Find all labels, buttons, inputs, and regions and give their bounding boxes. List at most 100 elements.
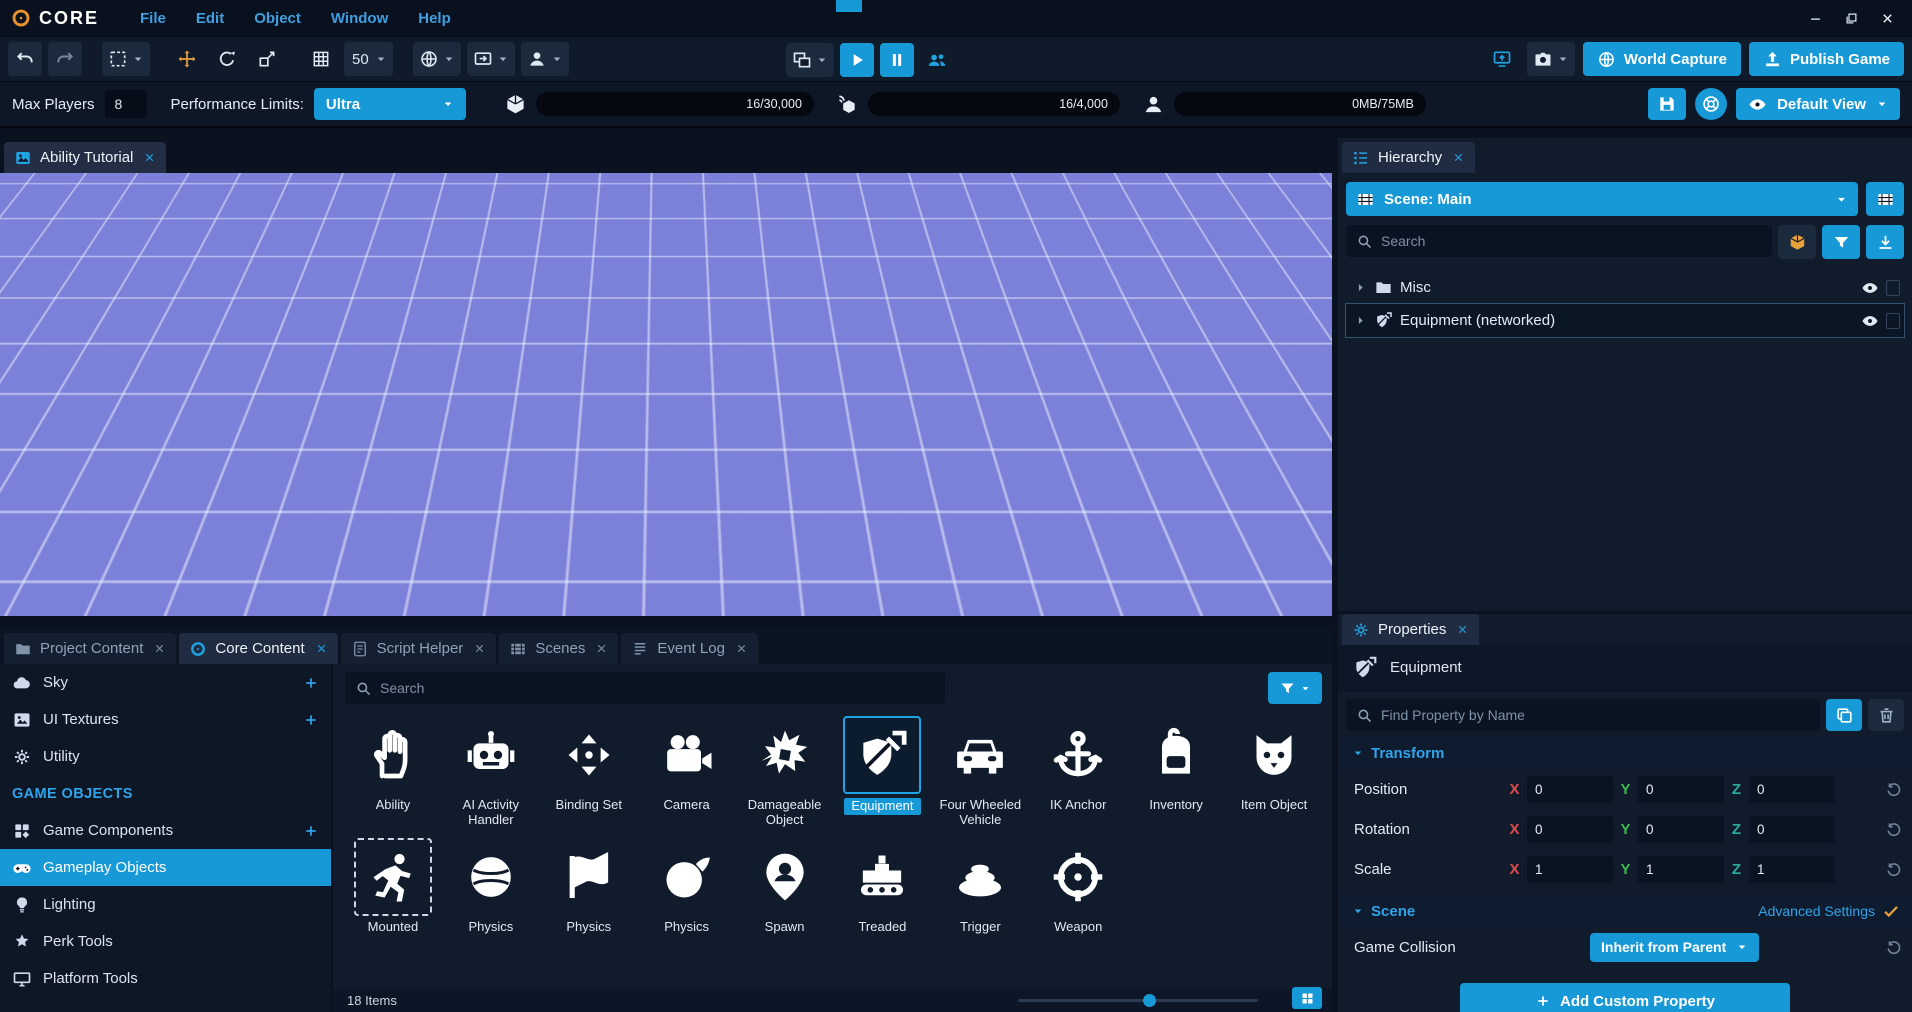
screen-mode-dropdown[interactable] — [467, 42, 515, 76]
asset-tile[interactable]: Weapon — [1030, 838, 1126, 935]
sidebar-item[interactable]: UI Textures — [0, 701, 331, 738]
close-window-button[interactable] — [1872, 5, 1902, 31]
hierarchy-search-input[interactable] — [1381, 233, 1762, 249]
reset-icon[interactable] — [1885, 939, 1902, 956]
multiplayer-button[interactable] — [920, 43, 954, 77]
asset-tile[interactable]: Treaded — [835, 838, 931, 935]
close-icon[interactable] — [143, 151, 156, 164]
content-search-input[interactable] — [380, 680, 935, 696]
content-tab[interactable]: Event Log — [621, 633, 758, 664]
add-icon[interactable] — [303, 675, 319, 691]
game-collision-dropdown[interactable]: Inherit from Parent — [1590, 933, 1759, 962]
sidebar-item[interactable]: Platform Tools — [0, 960, 331, 997]
asset-tile[interactable]: Damageable Object — [737, 716, 833, 828]
advanced-settings-link[interactable]: Advanced Settings — [1758, 903, 1875, 919]
view-mode-dropdown[interactable]: Default View — [1736, 88, 1900, 120]
content-tab[interactable]: Script Helper — [341, 633, 497, 664]
axis-x-input[interactable] — [1527, 816, 1613, 843]
hierarchy-search[interactable] — [1346, 225, 1772, 257]
scene-selector-dropdown[interactable]: Scene: Main — [1346, 182, 1858, 216]
sidebar-item[interactable]: Lighting — [0, 886, 331, 923]
add-icon[interactable] — [303, 712, 319, 728]
sidebar-item[interactable]: GAME OBJECTS — [0, 775, 331, 812]
asset-tile[interactable]: Spawn — [737, 838, 833, 935]
publish-game-button[interactable]: Publish Game — [1749, 42, 1904, 76]
grid-view-button[interactable] — [1292, 987, 1322, 1009]
menu-item[interactable]: Object — [239, 10, 316, 27]
asset-tile[interactable]: Binding Set — [541, 716, 637, 828]
asset-tile[interactable]: Camera — [639, 716, 735, 828]
package-toggle-button[interactable] — [1778, 225, 1816, 259]
asset-tile[interactable]: Physics — [639, 838, 735, 935]
asset-tile[interactable]: Mounted — [345, 838, 441, 935]
max-players-value[interactable]: 8 — [105, 90, 147, 118]
save-button[interactable] — [1648, 88, 1686, 120]
asset-tile[interactable]: Item Object — [1226, 716, 1322, 828]
add-icon[interactable] — [303, 823, 319, 839]
move-tool-button[interactable] — [170, 42, 204, 76]
sidebar-item[interactable]: Perk Tools — [0, 923, 331, 960]
tab-ability-tutorial[interactable]: Ability Tutorial — [4, 142, 166, 173]
scene-section-header[interactable]: Scene Advanced Settings — [1338, 895, 1912, 927]
transform-gizmo[interactable] — [600, 303, 840, 503]
tab-hierarchy[interactable]: Hierarchy — [1342, 142, 1475, 173]
undo-button[interactable] — [8, 42, 42, 76]
axis-z-input[interactable] — [1749, 856, 1835, 883]
persona-dropdown[interactable] — [521, 42, 569, 76]
sidebar-item[interactable]: Game Components — [0, 812, 331, 849]
select-tool-button[interactable] — [102, 42, 150, 76]
world-capture-button[interactable]: World Capture — [1583, 42, 1741, 76]
axis-z-input[interactable] — [1749, 776, 1835, 803]
asset-tile[interactable]: AI Activity Handler — [443, 716, 539, 828]
asset-tile[interactable]: Ability — [345, 716, 441, 828]
scale-tool-button[interactable] — [250, 42, 284, 76]
menu-item[interactable]: Help — [403, 10, 466, 27]
axis-z-input[interactable] — [1749, 816, 1835, 843]
asset-tile[interactable]: Four Wheeled Vehicle — [932, 716, 1028, 828]
property-search[interactable] — [1346, 699, 1820, 731]
content-tab[interactable]: Project Content — [4, 633, 176, 664]
minimize-button[interactable] — [1800, 5, 1830, 31]
add-custom-property-button[interactable]: Add Custom Property — [1460, 983, 1790, 1012]
delete-properties-button[interactable] — [1868, 699, 1904, 731]
sidebar-item[interactable]: Gameplay Objects — [0, 849, 331, 886]
rotate-tool-button[interactable] — [210, 42, 244, 76]
copy-properties-button[interactable] — [1826, 699, 1862, 731]
sidebar-item[interactable]: Utility — [0, 738, 331, 775]
screen-share-button[interactable] — [1485, 42, 1519, 76]
menu-item[interactable]: Window — [316, 10, 403, 27]
axis-y-input[interactable] — [1638, 856, 1724, 883]
close-icon[interactable] — [595, 642, 608, 655]
visibility-eye-icon[interactable] — [1861, 312, 1879, 330]
redo-button[interactable] — [48, 42, 82, 76]
axis-y-input[interactable] — [1638, 816, 1724, 843]
menu-item[interactable]: Edit — [181, 10, 239, 27]
content-tab[interactable]: Scenes — [499, 633, 618, 664]
hierarchy-item[interactable]: Misc — [1346, 271, 1904, 304]
multiplayer-preview-dropdown[interactable] — [786, 43, 834, 77]
collapse-all-button[interactable] — [1866, 225, 1904, 259]
asset-tile[interactable]: Physics — [443, 838, 539, 935]
close-icon[interactable] — [473, 642, 486, 655]
axis-y-input[interactable] — [1638, 776, 1724, 803]
content-search[interactable] — [345, 672, 945, 704]
snap-size-dropdown[interactable]: 50 — [344, 42, 393, 76]
capture-dropdown[interactable] — [1527, 42, 1575, 76]
close-icon[interactable] — [735, 642, 748, 655]
lock-placeholder-icon[interactable] — [1886, 280, 1900, 296]
world-space-dropdown[interactable] — [413, 42, 461, 76]
performance-limits-dropdown[interactable]: Ultra — [314, 88, 466, 120]
axis-x-input[interactable] — [1527, 776, 1613, 803]
visibility-eye-icon[interactable] — [1861, 279, 1879, 297]
zoom-slider-handle[interactable] — [1143, 994, 1156, 1007]
asset-tile[interactable]: Equipment — [835, 716, 931, 828]
advanced-check-icon[interactable] — [1882, 902, 1900, 920]
snap-grid-button[interactable] — [304, 42, 338, 76]
hierarchy-item[interactable]: Equipment (networked) — [1346, 304, 1904, 337]
close-icon[interactable] — [1456, 623, 1469, 636]
property-search-input[interactable] — [1381, 707, 1810, 723]
expand-caret-icon[interactable] — [1354, 281, 1367, 294]
close-icon[interactable] — [315, 642, 328, 655]
asset-tile[interactable]: Physics — [541, 838, 637, 935]
reset-icon[interactable] — [1885, 821, 1902, 838]
